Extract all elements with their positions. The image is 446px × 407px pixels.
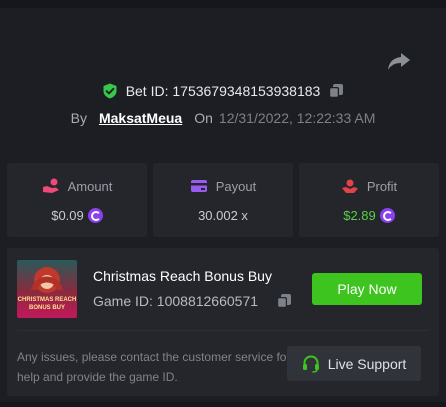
payout-label: Payout bbox=[215, 178, 257, 194]
profit-hand-icon bbox=[341, 179, 358, 193]
top-band bbox=[0, 0, 446, 8]
bet-date: 12/31/2022, 12:22:33 AM bbox=[218, 110, 376, 126]
help-text: Any issues, please contact the customer … bbox=[17, 350, 291, 384]
username-link[interactable]: MaksatMeua bbox=[99, 110, 182, 126]
amount-value: $0.09 bbox=[51, 208, 84, 223]
coin-icon bbox=[87, 208, 103, 223]
divider bbox=[17, 330, 429, 331]
bet-byline: By MaksatMeua On 12/31/2022, 12:22:33 AM bbox=[0, 107, 446, 129]
shield-check-icon bbox=[103, 83, 117, 99]
bet-id: Bet ID: 1753679348153938183 bbox=[125, 83, 321, 99]
copy-icon[interactable] bbox=[276, 293, 292, 309]
game-id: Game ID: 1008812660571 bbox=[93, 293, 259, 309]
on-label: On bbox=[194, 110, 213, 126]
thumb-title-line1: CHRISTMAS REACH bbox=[18, 297, 77, 303]
copy-icon[interactable] bbox=[328, 83, 344, 99]
bottom-band bbox=[0, 402, 446, 407]
play-now-button[interactable]: Play Now bbox=[312, 273, 422, 305]
live-support-button[interactable]: Live Support bbox=[287, 346, 421, 381]
profit-card: Profit $2.89 bbox=[299, 163, 439, 237]
bet-id-row: Bet ID: 1753679348153938183 bbox=[0, 80, 446, 102]
game-id-row: Game ID: 1008812660571 bbox=[93, 293, 292, 309]
live-support-label: Live Support bbox=[327, 355, 407, 372]
amount-card: Amount $0.09 bbox=[7, 163, 147, 237]
profit-value: $2.89 bbox=[343, 208, 376, 223]
payout-card: Payout 30.002 x bbox=[153, 163, 293, 237]
by-label: By bbox=[70, 110, 87, 126]
game-thumbnail[interactable]: CHRISTMAS REACH BONUS BUY bbox=[17, 260, 77, 318]
amount-label: Amount bbox=[67, 178, 113, 194]
coin-icon bbox=[379, 208, 395, 223]
profit-label: Profit bbox=[366, 178, 398, 194]
payout-value: 30.002 x bbox=[198, 208, 248, 223]
thumb-title-line2: BONUS BUY bbox=[29, 305, 65, 311]
game-title: Christmas Reach Bonus Buy bbox=[93, 268, 272, 284]
stats-row: Amount $0.09 Payout 30.002 x Profit $2.8… bbox=[7, 163, 439, 237]
amount-hand-coin-icon bbox=[42, 178, 59, 193]
game-panel: CHRISTMAS REACH BONUS BUY Christmas Reac… bbox=[7, 248, 439, 396]
headset-icon bbox=[302, 354, 319, 373]
share-icon[interactable] bbox=[386, 50, 412, 72]
card-icon bbox=[190, 180, 207, 192]
